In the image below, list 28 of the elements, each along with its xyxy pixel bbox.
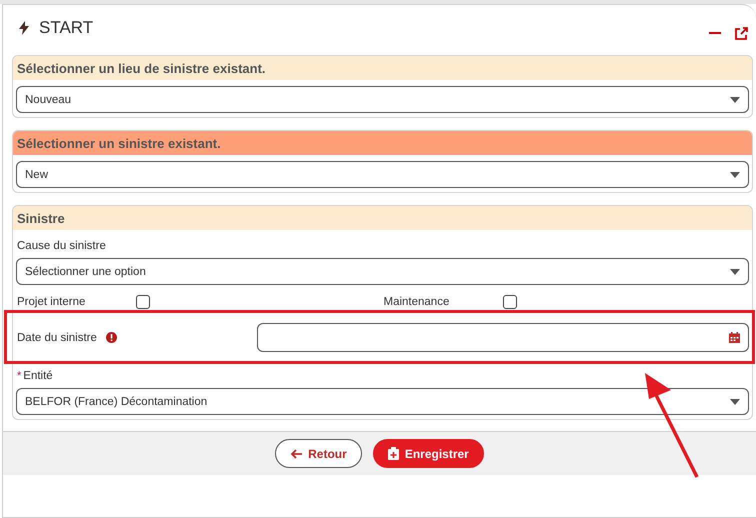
date-field[interactable] <box>257 323 749 352</box>
calendar-icon[interactable] <box>729 332 740 343</box>
field-label: Date du sinistre <box>16 332 97 344</box>
checkbox[interactable] <box>502 295 516 309</box>
dropdown-caret-icon <box>730 398 740 404</box>
section-header: Sélectionner un sinistre existant. <box>13 131 752 155</box>
field-label: Entité <box>23 370 53 382</box>
back-button[interactable]: Retour <box>275 439 362 468</box>
dropdown-caret-icon <box>730 172 740 178</box>
required-mark: * <box>17 370 22 382</box>
select-field[interactable]: New <box>16 161 749 188</box>
section-header: Sélectionner un lieu de sinistre existant. <box>13 56 752 80</box>
dropdown-caret-icon <box>730 268 740 274</box>
lightning-icon <box>19 21 29 35</box>
left-arrow-icon <box>290 448 302 458</box>
checkbox-label: Projet interne <box>16 296 86 308</box>
field-label: Cause du sinistre <box>17 240 106 252</box>
select-field[interactable]: BELFOR (France) Décontamination <box>16 388 749 415</box>
clipboard-plus-icon <box>388 447 399 460</box>
checkbox-label: Maintenance <box>382 296 450 308</box>
select-field[interactable]: Sélectionner une option <box>16 258 749 285</box>
select-field[interactable]: Nouveau <box>16 86 749 113</box>
window-title: START <box>39 18 94 38</box>
popout-icon[interactable] <box>735 26 748 40</box>
dropdown-caret-icon <box>730 96 740 102</box>
checkbox[interactable] <box>136 295 150 309</box>
save-button[interactable]: Enregistrer <box>372 439 484 468</box>
section-header: Sinistre <box>13 206 752 230</box>
